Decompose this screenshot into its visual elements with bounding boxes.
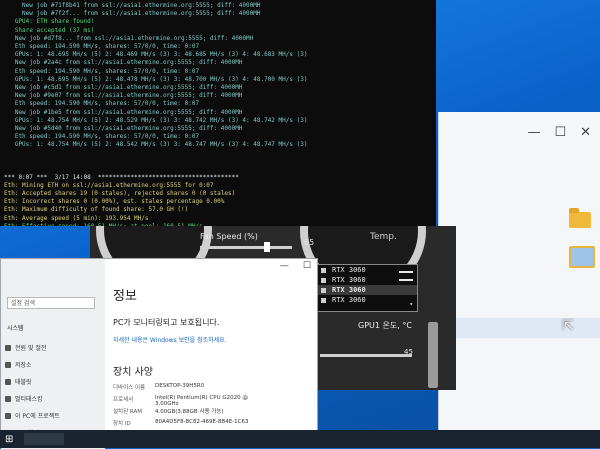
sidebar-item-label: 이 PC에 프로젝트: [15, 413, 60, 420]
spec-value: 4.00GB(3.88GB 사용 가능): [155, 409, 224, 415]
spec-value: 80A4D5F8-8C82-469E-8B4E-1C63: [155, 419, 249, 425]
console-line: GPUs: 1: 48.754 MH/s (5) 2: 48.529 MH/s …: [4, 116, 308, 124]
mouse-pointer-icon: ⇱: [562, 318, 574, 334]
fan-speed-control: Fan Speed (%) 65: [200, 232, 330, 256]
gpu-dot-icon: [321, 287, 326, 293]
spec-key: 장치 ID: [113, 421, 131, 427]
gpu-temp-title: GPU1 온도, °C: [358, 321, 412, 330]
spec-row: 설치된 RAM 4.00GB(3.88GB 사용 가능): [113, 407, 251, 415]
console-line: New job #2a4c from ssl://asia1.ethermine…: [4, 59, 243, 67]
settings-about-window: 설정 검색 시스템 전원 및 절전저장소태블릿멀티태스킹이 PC에 프로젝트공유…: [0, 258, 318, 449]
miner-console: New job #71f8b41 from ssl://asia1.etherm…: [0, 0, 436, 226]
spec-value: Intel(R) Pentium(R) CPU G2020 @ 3.00GHz: [155, 395, 248, 407]
console-line: *** 0:07 *** 3/17 14:08 ****************…: [4, 173, 239, 181]
gpu-name: RTX 3060: [332, 276, 366, 284]
specs-heading: 장치 사양: [113, 367, 153, 378]
console-line: Eth speed: 194.590 MH/s, shares: 57/0/0,…: [4, 43, 200, 51]
console-line: Eth: Incorrect shares 0 (0.00%), est. st…: [4, 198, 225, 206]
windows-icon[interactable]: ⊞: [5, 434, 13, 445]
settings-sidebar: 설정 검색 시스템 전원 및 절전저장소태블릿멀티태스킹이 PC에 프로젝트공유…: [1, 259, 105, 449]
console-line: GPU4: ETH share found!: [4, 18, 95, 26]
gpu-select-list[interactable]: RTX 3060 RTX 3060 RTX 3060 RTX 3060 ▾: [316, 264, 418, 312]
sidebar-item[interactable]: 전원 및 절전: [5, 343, 46, 352]
gpu-slider-value: 45: [404, 348, 413, 356]
console-line: GPUs: 1: 48.695 MH/s (5) 2: 48.478 MH/s …: [4, 75, 308, 83]
sidebar-item-label: 전원 및 절전: [15, 345, 47, 352]
console-line: GPUs: 1: 48.754 MH/s (5) 2: 48.542 MH/s …: [4, 141, 308, 149]
console-line: Eth: Average speed (5 min): 193.954 MH/s: [4, 214, 149, 222]
taskbar-search[interactable]: [24, 433, 64, 445]
console-spacer: [4, 150, 432, 174]
spec-row: 디바이스 이름 DESKTOP-39H5R0: [113, 383, 251, 391]
temp-label: Temp.: [370, 232, 397, 242]
gpu-dot-icon: [321, 297, 326, 303]
console-line: New job #1be5 from ssl://asia1.ethermine…: [4, 108, 243, 116]
console-line: New job #7f2f... from ssl://asia1.etherm…: [4, 10, 261, 18]
gpu-slider[interactable]: [320, 354, 412, 357]
minimize-icon[interactable]: —: [527, 125, 540, 140]
console-line: Eth speed: 194.590 MH/s, shares: 57/0/0,…: [4, 67, 200, 75]
settings-item-icon: [5, 395, 11, 402]
spec-key: 디바이스 이름: [113, 385, 146, 391]
about-content: 정보 PC가 모니터링되고 보호됩니다. 자세한 내용은 Windows 보안을…: [113, 259, 317, 447]
window-controls: — ☐ ✕: [439, 112, 600, 152]
console-line: New job #71f8b41 from ssl://asia1.etherm…: [4, 2, 261, 9]
console-line: Eth: Mining ETH on ssl://asia1.ethermine…: [4, 181, 214, 189]
fan-speed-label: Fan Speed (%): [200, 232, 258, 241]
fan-slider-knob[interactable]: [264, 242, 270, 252]
console-line: New job #c5d1 from ssl://asia1.ethermine…: [4, 84, 243, 92]
close-icon[interactable]: ✕: [580, 125, 591, 140]
maximize-icon[interactable]: ☐: [554, 125, 566, 140]
settings-item-icon: [5, 361, 11, 368]
console-line: Eth speed: 194.590 MH/s, shares: 57/0/0,…: [4, 133, 200, 141]
settings-item-icon: [5, 412, 11, 419]
file-explorer-window: — ☐ ✕: [438, 112, 600, 448]
spec-key: 프로세서: [113, 397, 134, 403]
wave-icon: [399, 271, 413, 281]
console-line: Eth: Maximum difficulty of found share: …: [4, 206, 189, 214]
spec-key: 설치된 RAM: [113, 409, 143, 415]
console-line: New job #d7f8... from ssl://asia1.etherm…: [4, 34, 254, 42]
console-line: GPUs: 1: 48.695 MH/s (5) 2: 48.469 MH/s …: [4, 51, 308, 59]
security-link[interactable]: 자세한 내용은 Windows 보안을 참조하세요.: [113, 335, 227, 344]
console-line: New job #9e07 from ssl://asia1.ethermine…: [4, 92, 243, 100]
gpu-dot-icon: [321, 277, 326, 283]
spec-value: DESKTOP-39H5R0: [155, 383, 205, 389]
image-file-icon[interactable]: [569, 246, 595, 268]
sidebar-item-label: 태블릿: [15, 379, 32, 386]
gpu-list-item[interactable]: RTX 3060: [317, 285, 417, 295]
selected-row[interactable]: [439, 318, 600, 338]
settings-item-icon: [5, 378, 11, 385]
fan-speed-value: 65: [304, 238, 315, 247]
page-title: 정보: [113, 289, 137, 304]
sidebar-item-label: 저장소: [15, 362, 32, 369]
protection-status: PC가 모니터링되고 보호됩니다.: [113, 318, 220, 327]
sidebar-item[interactable]: 태블릿: [5, 377, 32, 386]
console-line: New job #5d40 from ssl://asia1.ethermine…: [4, 125, 243, 133]
console-line: Eth speed: 194.590 MH/s, shares: 57/0/0,…: [4, 100, 200, 108]
fan-speed-slider[interactable]: [200, 246, 292, 249]
spec-row: 장치 ID 80A4D5F8-8C82-469E-8B4E-1C63: [113, 419, 251, 427]
gpu-dot-icon: [321, 267, 326, 273]
sidebar-item[interactable]: 저장소: [5, 360, 32, 369]
taskbar: ⊞: [0, 430, 600, 448]
folder-icon[interactable]: [569, 208, 591, 228]
settings-item-icon: [5, 344, 11, 351]
spec-row: 프로세서 Intel(R) Pentium(R) CPU G2020 @ 3.00…: [113, 395, 251, 407]
dropdown-caret-icon[interactable]: ▾: [409, 301, 413, 308]
gpu-name: RTX 3060: [332, 286, 366, 294]
gpu-name: RTX 3060: [332, 296, 366, 304]
settings-search-input[interactable]: 설정 검색: [7, 297, 95, 309]
sidebar-item-label: 멀티태스킹: [15, 396, 43, 403]
side-handle[interactable]: [428, 322, 438, 388]
gpu-list-item[interactable]: RTX 3060: [317, 295, 417, 305]
gpu-name: RTX 3060: [332, 266, 366, 274]
sidebar-header: 시스템: [7, 325, 24, 332]
sidebar-item[interactable]: 이 PC에 프로젝트: [5, 411, 60, 420]
console-line: Share accepted (37 ms): [4, 26, 95, 34]
sidebar-item[interactable]: 멀티태스킹: [5, 394, 43, 403]
console-line: Eth: Accepted shares 19 (0 stales), reje…: [4, 190, 236, 198]
